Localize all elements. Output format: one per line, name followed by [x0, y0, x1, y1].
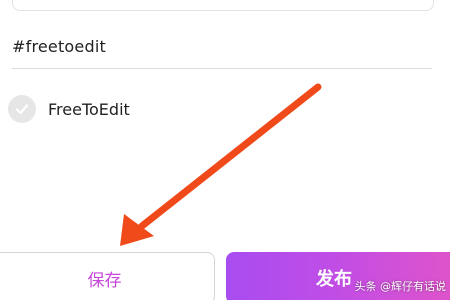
save-button[interactable]: 保存	[0, 252, 215, 300]
post-settings-screen: #freetoedit FreeToEdit 保存 发布 头条 @辉仔有话说	[0, 0, 450, 300]
save-button-label: 保存	[87, 270, 122, 291]
hashtag-text[interactable]: #freetoedit	[12, 37, 106, 56]
divider	[12, 68, 432, 69]
free-to-edit-label: FreeToEdit	[48, 99, 130, 119]
watermark-text: 头条 @辉仔有话说	[354, 280, 447, 293]
checkmark-icon[interactable]	[8, 95, 36, 123]
caption-input-bottom-edge[interactable]	[12, 0, 434, 11]
free-to-edit-toggle[interactable]: FreeToEdit	[8, 94, 130, 124]
publish-button-label: 发布	[316, 269, 352, 290]
watermark: 头条 @辉仔有话说	[355, 278, 447, 294]
